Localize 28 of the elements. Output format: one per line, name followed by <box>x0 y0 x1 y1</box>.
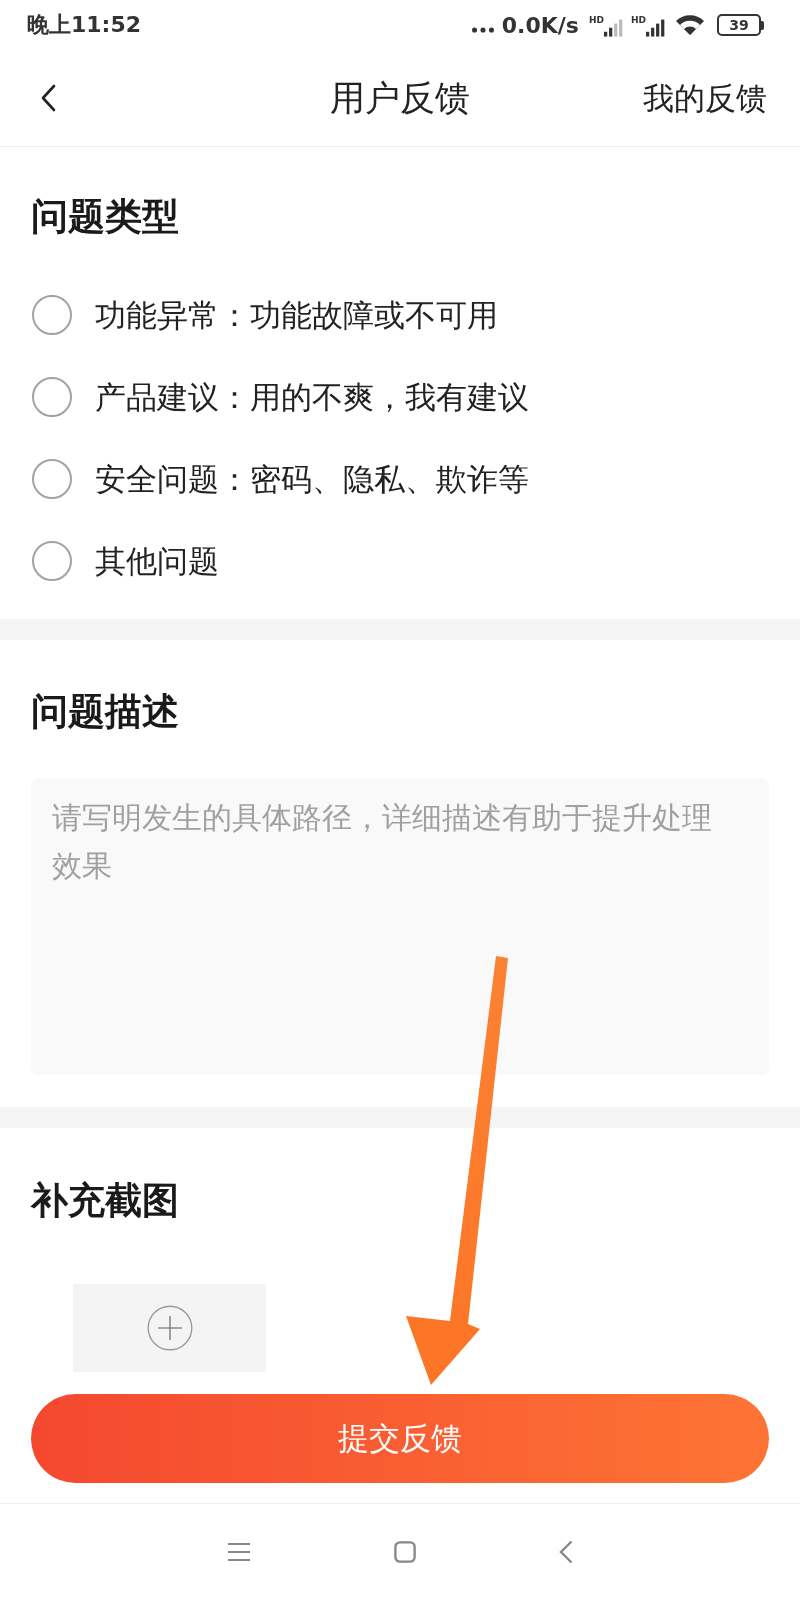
radio-button[interactable] <box>32 377 72 417</box>
wifi-icon <box>675 14 705 36</box>
menu-icon[interactable] <box>227 1541 251 1563</box>
back-icon[interactable] <box>559 1540 573 1564</box>
signal-icon <box>646 19 665 37</box>
option-label[interactable]: 其他问题 <box>95 540 219 582</box>
back-icon <box>40 84 56 112</box>
more-dots-icon <box>471 27 494 33</box>
radio-button[interactable] <box>32 295 72 335</box>
section-title: 问题描述 <box>31 689 180 735</box>
section-title: 问题类型 <box>31 194 180 240</box>
description-field[interactable]: 请写明发生的具体路径，详细描述有助于提升处理效果 <box>31 778 769 1075</box>
battery-indicator: 39 <box>717 14 764 36</box>
signal-label: HD <box>588 15 604 25</box>
option-label[interactable]: 安全问题：密码、隐私、欺诈等 <box>95 458 529 500</box>
status-time: 晚上11:52 <box>27 11 142 39</box>
my-feedback-link[interactable]: 我的反馈 <box>643 76 767 120</box>
option-label[interactable]: 功能异常：功能故障或不可用 <box>95 294 498 336</box>
radio-button[interactable] <box>32 459 72 499</box>
signal-icon <box>604 19 623 37</box>
page-title: 用户反馈 <box>329 77 470 120</box>
plus-circle-icon <box>146 1305 193 1351</box>
network-speed: 0.0K/s <box>501 12 579 38</box>
home-icon[interactable] <box>393 1541 417 1563</box>
option-label[interactable]: 产品建议：用的不爽，我有建议 <box>95 376 529 418</box>
signal-label: HD <box>631 15 646 25</box>
section-title: 补充截图 <box>31 1178 180 1224</box>
radio-button[interactable] <box>32 541 72 581</box>
